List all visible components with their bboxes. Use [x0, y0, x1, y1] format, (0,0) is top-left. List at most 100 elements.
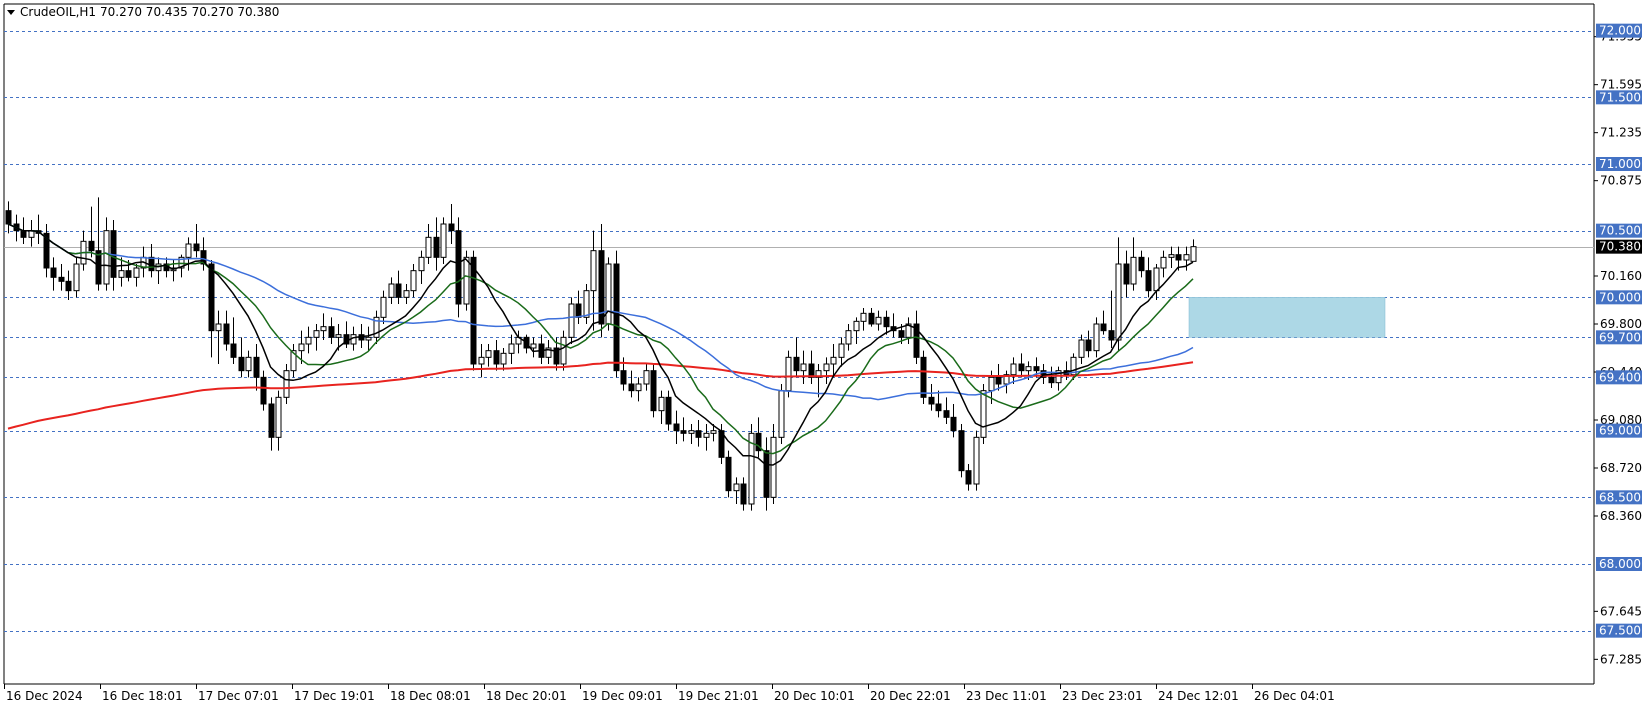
- level-label-text: 71.000: [1599, 157, 1641, 171]
- candle-bullish: [568, 303, 575, 338]
- time-tick-label: 23 Dec 11:01: [966, 689, 1047, 703]
- candle-bullish: [703, 432, 710, 438]
- candle-bearish: [1138, 256, 1145, 272]
- candle-bearish: [680, 430, 687, 434]
- level-label-text: 69.700: [1599, 330, 1641, 344]
- candle-bullish: [28, 230, 35, 238]
- price-tick-label: 68.360: [1600, 509, 1642, 523]
- candle-bullish: [1190, 246, 1197, 262]
- candle-bearish: [88, 240, 95, 252]
- candle-bullish: [845, 330, 852, 345]
- price-tick-label: 70.875: [1600, 174, 1642, 188]
- time-tick-label: 18 Dec 08:01: [390, 689, 471, 703]
- candle-bearish: [695, 430, 702, 438]
- candle-bullish: [1130, 256, 1137, 285]
- time-tick-label: 17 Dec 19:01: [294, 689, 375, 703]
- level-label-text: 68.500: [1599, 490, 1641, 504]
- candle-bullish: [530, 343, 537, 349]
- candle-bullish: [425, 236, 432, 258]
- candle-bullish: [73, 263, 80, 292]
- candle-bullish: [1010, 363, 1017, 376]
- candle-bearish: [65, 280, 72, 292]
- support-zone-rect: [1188, 297, 1386, 338]
- candle-bearish: [1123, 263, 1130, 285]
- candle-bearish: [943, 410, 950, 418]
- candle-bearish: [253, 356, 260, 378]
- time-tick-label: 20 Dec 22:01: [870, 689, 951, 703]
- candle-bullish: [733, 483, 740, 492]
- candle-bullish: [853, 320, 860, 332]
- candle-bullish: [1025, 366, 1032, 372]
- candle-bearish: [628, 383, 635, 392]
- time-tick-label: 20 Dec 10:01: [774, 689, 855, 703]
- candle-bullish: [838, 343, 845, 358]
- candle-bearish: [58, 276, 65, 282]
- candle-bearish: [868, 312, 875, 325]
- candle-bullish: [688, 430, 695, 434]
- price-tick-label: 69.800: [1600, 317, 1642, 331]
- candle-bearish: [740, 483, 747, 505]
- candle-bullish: [1153, 267, 1160, 292]
- candle-bullish: [418, 256, 425, 272]
- level-label-text: 69.000: [1599, 424, 1641, 438]
- candle-bearish: [50, 267, 57, 278]
- candle-bullish: [335, 334, 342, 338]
- current-price-label: 70.380: [1599, 240, 1641, 254]
- symbol-label: CrudeOIL,H1: [20, 5, 96, 19]
- candle-bullish: [800, 363, 807, 372]
- candle-bullish: [605, 263, 612, 325]
- candle-bullish: [388, 283, 395, 298]
- candle-bearish: [470, 256, 477, 365]
- time-tick-label: 26 Dec 04:01: [1254, 689, 1335, 703]
- candle-bullish: [305, 336, 312, 345]
- candle-bullish: [1115, 263, 1122, 341]
- time-tick-label: 18 Dec 20:01: [486, 689, 567, 703]
- level-label-text: 72.000: [1599, 24, 1641, 38]
- candle-bullish: [350, 334, 357, 345]
- candle-bearish: [448, 223, 455, 232]
- candle-bullish: [1160, 256, 1167, 269]
- price-tick-label: 67.645: [1600, 604, 1642, 618]
- candle-bearish: [725, 456, 732, 492]
- candle-bullish: [508, 343, 515, 354]
- candle-bullish: [973, 436, 980, 485]
- time-tick-label: 19 Dec 09:01: [582, 689, 663, 703]
- candle-bullish: [380, 296, 387, 318]
- candle-bearish: [620, 370, 627, 385]
- candle-bearish: [958, 430, 965, 472]
- candle-bearish: [1108, 330, 1115, 341]
- candle-bearish: [433, 236, 440, 258]
- candle-bullish: [770, 436, 777, 498]
- candle-bearish: [230, 343, 237, 358]
- candle-bullish: [710, 430, 717, 434]
- candle-bullish: [980, 390, 987, 438]
- candle-bullish: [1183, 254, 1190, 261]
- support-zone: [1188, 297, 1386, 338]
- candle-bearish: [575, 303, 582, 318]
- candle-bullish: [643, 370, 650, 385]
- time-tick-label: 24 Dec 12:01: [1158, 689, 1239, 703]
- candle-bullish: [283, 370, 290, 398]
- time-tick-label: 16 Dec 18:01: [102, 689, 183, 703]
- candle-bullish: [410, 270, 417, 292]
- candle-bullish: [365, 336, 372, 341]
- candle-bearish: [995, 376, 1002, 385]
- candle-bullish: [215, 323, 222, 332]
- time-tick-label: 19 Dec 21:01: [678, 689, 759, 703]
- level-label-text: 67.500: [1599, 624, 1641, 638]
- price-chart: 71.95571.59571.23570.87570.16069.80069.4…: [0, 0, 1651, 706]
- candle-bullish: [658, 396, 665, 412]
- candle-bearish: [935, 403, 942, 412]
- candle-bearish: [920, 356, 927, 398]
- candle-bullish: [583, 290, 590, 318]
- ohlc-label: 70.270 70.435 70.270 70.380: [100, 5, 279, 19]
- candle-bearish: [493, 350, 500, 365]
- candle-bullish: [830, 356, 837, 365]
- candle-bearish: [455, 230, 462, 305]
- candle-bullish: [313, 330, 320, 338]
- candle-bearish: [673, 423, 680, 432]
- candle-bullish: [1093, 323, 1100, 352]
- candle-bullish: [298, 343, 305, 352]
- candle-bullish: [560, 336, 567, 365]
- candle-bullish: [1078, 339, 1085, 358]
